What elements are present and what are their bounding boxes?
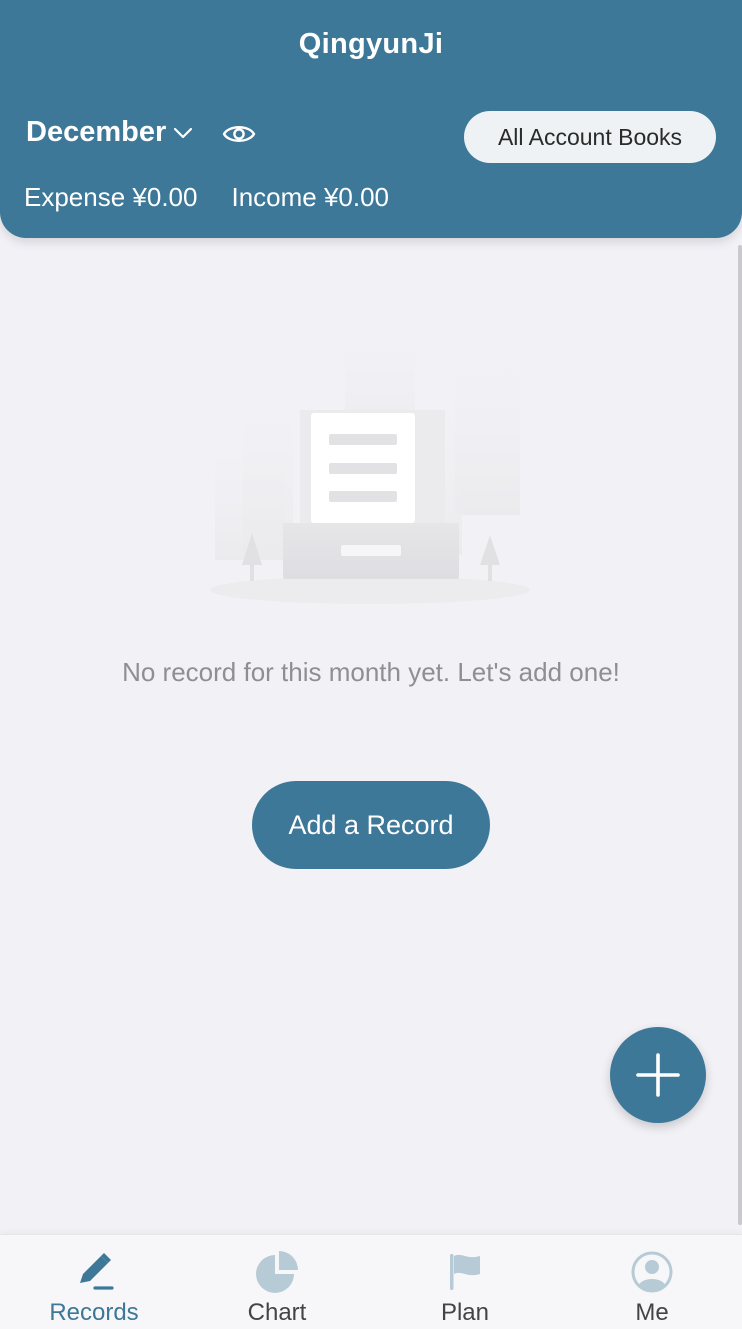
income-total: Income ¥0.00 [231,182,390,212]
expense-total: Expense ¥0.00 [24,182,198,212]
tab-me-label: Me [635,1299,669,1326]
chevron-down-icon [174,127,193,138]
tab-chart[interactable]: Chart [183,1235,371,1329]
plus-icon [636,1053,680,1097]
month-label: December [26,116,167,148]
tab-plan[interactable]: Plan [371,1235,559,1329]
tab-plan-label: Plan [440,1299,490,1326]
tab-bar: Records Chart Plan Me [0,1234,742,1329]
add-record-button[interactable]: Add a Record [252,781,490,869]
pencil-icon [80,1253,114,1290]
pie-chart-icon [256,1251,298,1293]
app-title: QingyunJi [298,28,444,60]
account-books-button[interactable]: All Account Books [464,111,716,163]
tab-records-label: Records [49,1299,139,1326]
empty-records-illustration [210,345,530,604]
tab-chart-label: Chart [247,1299,307,1326]
tab-records[interactable]: Records [0,1235,188,1329]
empty-state-message: No record for this month yet. Let's add … [122,657,620,687]
scrollbar[interactable] [738,245,742,1225]
header: QingyunJi December All Account Books Exp… [0,0,742,238]
flag-icon [450,1254,480,1290]
user-icon [631,1251,673,1293]
month-totals: Expense ¥0.00 Income ¥0.00 [24,182,389,213]
month-selector[interactable]: December [26,116,194,149]
eye-icon[interactable] [222,120,256,148]
add-fab-button[interactable] [610,1027,706,1123]
tab-me[interactable]: Me [558,1235,742,1329]
